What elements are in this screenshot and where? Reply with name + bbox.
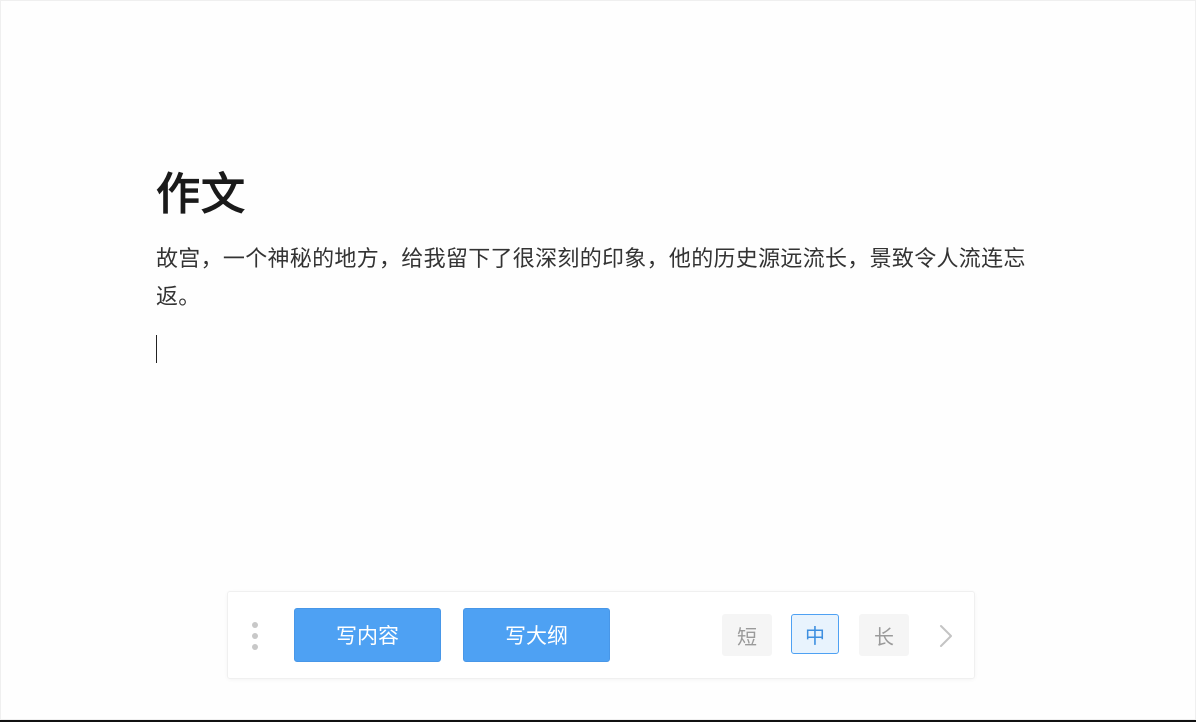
document-body-text[interactable]: 故宫，一个神秘的地方，给我留下了很深刻的印象，他的历史源远流长，景致令人流连忘返… bbox=[156, 241, 1056, 317]
write-outline-button[interactable]: 写大纲 bbox=[463, 608, 610, 662]
chevron-right-icon[interactable] bbox=[934, 622, 958, 650]
editor-page: 作文 故宫，一个神秘的地方，给我留下了很深刻的印象，他的历史源远流长，景致令人流… bbox=[0, 0, 1196, 720]
drag-dot bbox=[252, 622, 258, 628]
drag-dot bbox=[252, 644, 258, 650]
drag-dot bbox=[252, 633, 258, 639]
ai-writing-toolbar: 写内容 写大纲 短 中 长 bbox=[227, 591, 975, 679]
write-content-button[interactable]: 写内容 bbox=[294, 608, 441, 662]
length-long-button[interactable]: 长 bbox=[859, 614, 909, 656]
document-title[interactable]: 作文 bbox=[156, 167, 246, 223]
text-cursor bbox=[156, 335, 157, 363]
drag-handle-icon[interactable] bbox=[251, 622, 259, 650]
length-short-button[interactable]: 短 bbox=[722, 614, 772, 656]
length-medium-button[interactable]: 中 bbox=[791, 614, 839, 654]
